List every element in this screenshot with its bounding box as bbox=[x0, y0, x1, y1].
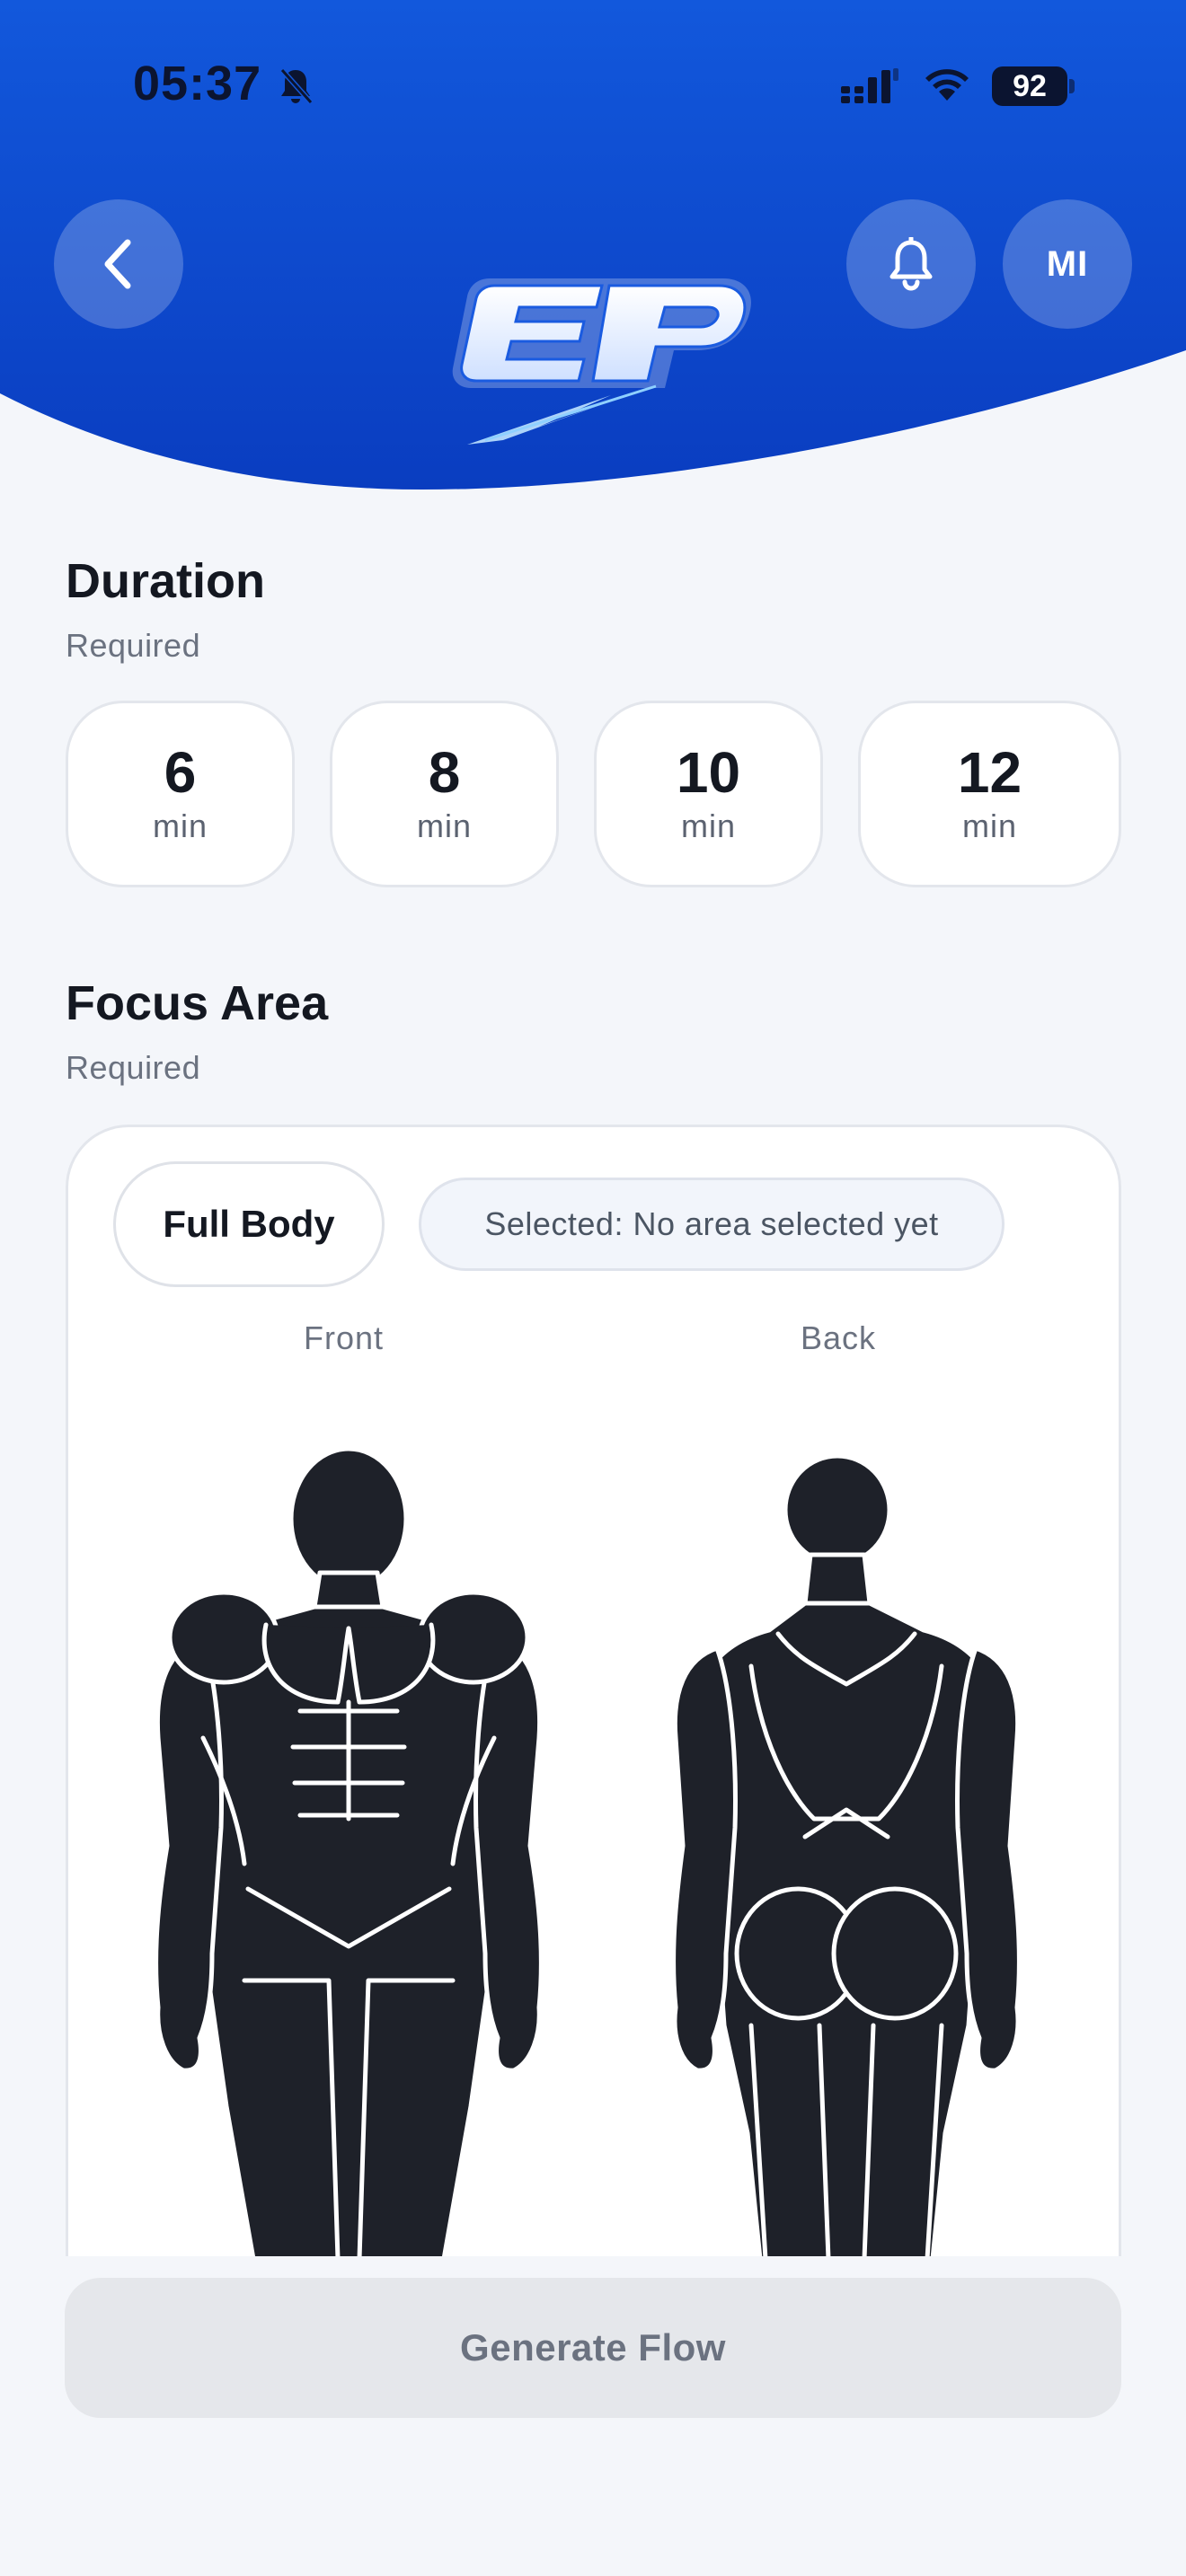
status-bar: 05:37 92 bbox=[0, 0, 1186, 180]
generate-flow-button[interactable]: Generate Flow bbox=[65, 2278, 1121, 2418]
notifications-button[interactable] bbox=[846, 199, 976, 329]
full-body-button[interactable]: Full Body bbox=[113, 1161, 385, 1287]
front-left-shoulder[interactable] bbox=[167, 1590, 280, 1685]
app-logo bbox=[452, 278, 751, 445]
back-neck[interactable] bbox=[802, 1552, 872, 1606]
duration-option-12[interactable]: 12 min bbox=[858, 701, 1121, 887]
duration-value: 12 bbox=[957, 740, 1022, 805]
back-view-label: Back bbox=[801, 1319, 877, 1356]
duration-options: 6 min 8 min 10 min 12 min bbox=[66, 701, 1121, 887]
chevron-left-icon bbox=[104, 239, 131, 289]
duration-option-6[interactable]: 6 min bbox=[66, 701, 295, 887]
bell-slash-icon bbox=[279, 68, 314, 104]
focus-area-title: Focus Area bbox=[66, 976, 329, 1030]
back-head[interactable] bbox=[783, 1453, 892, 1566]
focus-area-required-label: Required bbox=[66, 1049, 201, 1086]
battery-indicator: 92 bbox=[992, 66, 1075, 106]
wifi-icon bbox=[925, 69, 969, 101]
cellular-signal-icon bbox=[841, 68, 898, 103]
duration-title: Duration bbox=[66, 554, 265, 608]
duration-unit: min bbox=[416, 807, 472, 844]
duration-required-label: Required bbox=[66, 627, 201, 664]
header: 05:37 92 MI bbox=[0, 0, 1186, 503]
selected-area-badge: Selected: No area selected yet bbox=[419, 1178, 1005, 1271]
back-button[interactable] bbox=[54, 199, 183, 329]
front-right-shoulder[interactable] bbox=[417, 1590, 530, 1685]
profile-avatar[interactable]: MI bbox=[1003, 199, 1132, 329]
duration-value: 6 bbox=[164, 740, 197, 805]
battery-level: 92 bbox=[992, 66, 1067, 106]
back-right-glute[interactable] bbox=[831, 1886, 959, 2021]
duration-unit: min bbox=[961, 807, 1017, 844]
front-body[interactable] bbox=[154, 1446, 544, 2256]
duration-unit: min bbox=[152, 807, 208, 844]
front-view-label: Front bbox=[304, 1319, 385, 1356]
front-neck[interactable] bbox=[312, 1570, 385, 1610]
duration-value: 10 bbox=[676, 740, 741, 805]
front-head[interactable] bbox=[288, 1446, 409, 1592]
status-time: 05:37 bbox=[133, 57, 262, 110]
back-body[interactable] bbox=[671, 1453, 1022, 2256]
duration-value: 8 bbox=[428, 740, 461, 805]
duration-option-10[interactable]: 10 min bbox=[594, 701, 823, 887]
duration-unit: min bbox=[680, 807, 736, 844]
focus-area-card: Full Body Selected: No area selected yet… bbox=[66, 1125, 1121, 2256]
body-map bbox=[154, 1446, 1022, 2256]
battery-cap bbox=[1069, 79, 1075, 93]
duration-option-8[interactable]: 8 min bbox=[330, 701, 559, 887]
bell-icon bbox=[890, 237, 933, 291]
